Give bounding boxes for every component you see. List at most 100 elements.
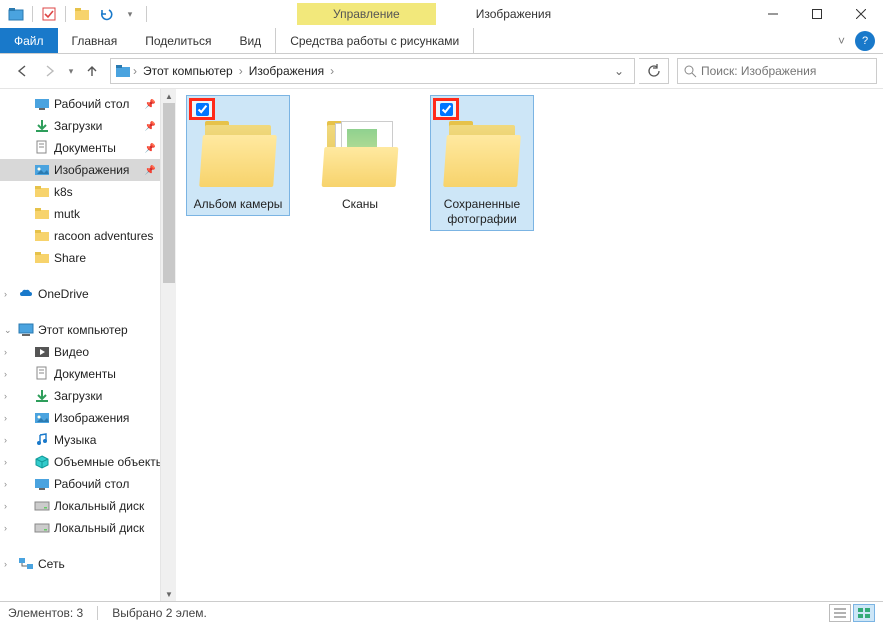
item-label: Сохраненные фотографии — [434, 197, 530, 227]
ribbon-context-header: Управление — [297, 3, 436, 25]
expand-icon[interactable]: › — [4, 391, 14, 401]
nav-item[interactable]: Share — [0, 247, 160, 269]
nav-label: Документы — [54, 367, 116, 381]
nav-label: Документы — [54, 141, 116, 155]
search-icon — [684, 65, 697, 78]
expand-icon[interactable]: › — [4, 413, 14, 423]
search-input[interactable] — [701, 64, 870, 78]
separator — [65, 6, 66, 22]
nav-item[interactable]: mutk — [0, 203, 160, 225]
nav-item[interactable]: ›Изображения — [0, 407, 160, 429]
recent-dropdown-icon[interactable]: ▾ — [64, 58, 78, 84]
breadcrumb-root[interactable]: Этот компьютер — [139, 64, 237, 78]
nav-scrollbar[interactable]: ▲ ▼ — [160, 89, 176, 601]
minimize-button[interactable] — [751, 0, 795, 28]
nav-item[interactable]: k8s — [0, 181, 160, 203]
onedrive-icon — [18, 286, 34, 302]
address-bar[interactable]: › Этот компьютер › Изображения › ⌄ — [110, 58, 635, 84]
nav-item[interactable]: ›OneDrive — [0, 283, 160, 305]
nav-item[interactable]: Загрузки📌 — [0, 115, 160, 137]
scroll-down-icon[interactable]: ▼ — [161, 587, 177, 601]
folder-icon — [34, 250, 50, 266]
up-button[interactable] — [78, 58, 106, 84]
pictures-location-icon — [115, 64, 131, 78]
nav-label: Рабочий стол — [54, 477, 129, 491]
nav-item[interactable]: ›Загрузки — [0, 385, 160, 407]
details-view-button[interactable] — [829, 604, 851, 622]
expand-icon[interactable]: › — [4, 501, 14, 511]
expand-icon[interactable]: › — [4, 369, 14, 379]
breadcrumb-current[interactable]: Изображения — [245, 64, 328, 78]
pin-icon: 📌 — [145, 121, 156, 132]
nav-item[interactable]: Изображения📌 — [0, 159, 160, 181]
expand-icon[interactable]: › — [4, 559, 14, 569]
tab-share[interactable]: Поделиться — [131, 28, 225, 53]
maximize-button[interactable] — [795, 0, 839, 28]
nav-item[interactable]: ›Видео — [0, 341, 160, 363]
nav-item[interactable]: racoon adventures — [0, 225, 160, 247]
downloads-icon — [34, 118, 50, 134]
folder-icon — [34, 228, 50, 244]
properties-icon[interactable] — [39, 4, 59, 24]
expand-icon[interactable]: › — [4, 523, 14, 533]
nav-label: Сеть — [38, 557, 65, 571]
expand-icon[interactable]: › — [4, 347, 14, 357]
desktop-icon — [34, 96, 50, 112]
3d-icon — [34, 454, 50, 470]
qat-dropdown-icon[interactable]: ▾ — [120, 4, 140, 24]
expand-icon[interactable]: › — [4, 457, 14, 467]
tab-file[interactable]: Файл — [0, 28, 58, 53]
status-bar: Элементов: 3 Выбрано 2 элем. — [0, 601, 883, 623]
navigation-pane: Рабочий стол📌Загрузки📌Документы📌Изображе… — [0, 89, 160, 601]
icons-view-button[interactable] — [853, 604, 875, 622]
nav-item[interactable]: Рабочий стол📌 — [0, 93, 160, 115]
quick-access-toolbar: ▾ — [0, 4, 149, 24]
nav-label: Изображения — [54, 163, 129, 177]
forward-button[interactable] — [36, 58, 64, 84]
nav-item[interactable]: ›Музыка — [0, 429, 160, 451]
tab-home[interactable]: Главная — [58, 28, 132, 53]
nav-item[interactable]: › Рабочий стол — [0, 473, 160, 495]
nav-item[interactable]: › Документы — [0, 363, 160, 385]
nav-item[interactable]: ›Локальный диск — [0, 517, 160, 539]
nav-item[interactable]: ›Локальный диск — [0, 495, 160, 517]
breadcrumb-sep[interactable]: › — [328, 64, 336, 78]
nav-item[interactable]: Документы📌 — [0, 137, 160, 159]
separator — [146, 6, 147, 22]
nav-item[interactable]: ⌄Этот компьютер — [0, 319, 160, 341]
selection-checkbox-highlight — [433, 98, 459, 120]
undo-icon[interactable] — [96, 4, 116, 24]
selection-checkbox[interactable] — [196, 103, 209, 116]
nav-item[interactable]: › Сеть — [0, 553, 160, 575]
expand-icon[interactable]: › — [4, 479, 14, 489]
selection-checkbox[interactable] — [440, 103, 453, 116]
expand-icon[interactable]: › — [4, 435, 14, 445]
breadcrumb-sep[interactable]: › — [131, 64, 139, 78]
app-icon — [6, 4, 26, 24]
window-title: Изображения — [476, 7, 551, 21]
refresh-button[interactable] — [639, 58, 669, 84]
ribbon-collapse-icon[interactable]: ˅ — [832, 28, 851, 53]
search-box[interactable] — [677, 58, 877, 84]
titlebar: ▾ Управление Изображения — [0, 0, 883, 28]
documents-icon — [34, 366, 50, 382]
close-button[interactable] — [839, 0, 883, 28]
desktop-icon — [34, 476, 50, 492]
expand-icon[interactable]: ⌄ — [4, 325, 14, 336]
expand-icon[interactable]: › — [4, 289, 14, 299]
scroll-thumb[interactable] — [163, 103, 175, 283]
content-pane[interactable]: Альбом камерыСканы Сохраненные фотографии — [176, 89, 883, 601]
help-button[interactable]: ? — [855, 31, 875, 51]
ribbon-context-label: Управление — [297, 3, 436, 25]
folder-item[interactable]: Сканы — [308, 95, 412, 216]
back-button[interactable] — [8, 58, 36, 84]
tab-view[interactable]: Вид — [225, 28, 275, 53]
nav-item[interactable]: ›Объемные объекты — [0, 451, 160, 473]
breadcrumb-sep[interactable]: › — [237, 64, 245, 78]
address-dropdown-icon[interactable]: ⌄ — [608, 64, 630, 78]
folder-icon[interactable] — [72, 4, 92, 24]
tab-picture-tools[interactable]: Средства работы с рисунками — [275, 28, 474, 53]
folder-item[interactable]: Сохраненные фотографии — [430, 95, 534, 231]
scroll-up-icon[interactable]: ▲ — [161, 89, 177, 103]
folder-item[interactable]: Альбом камеры — [186, 95, 290, 216]
